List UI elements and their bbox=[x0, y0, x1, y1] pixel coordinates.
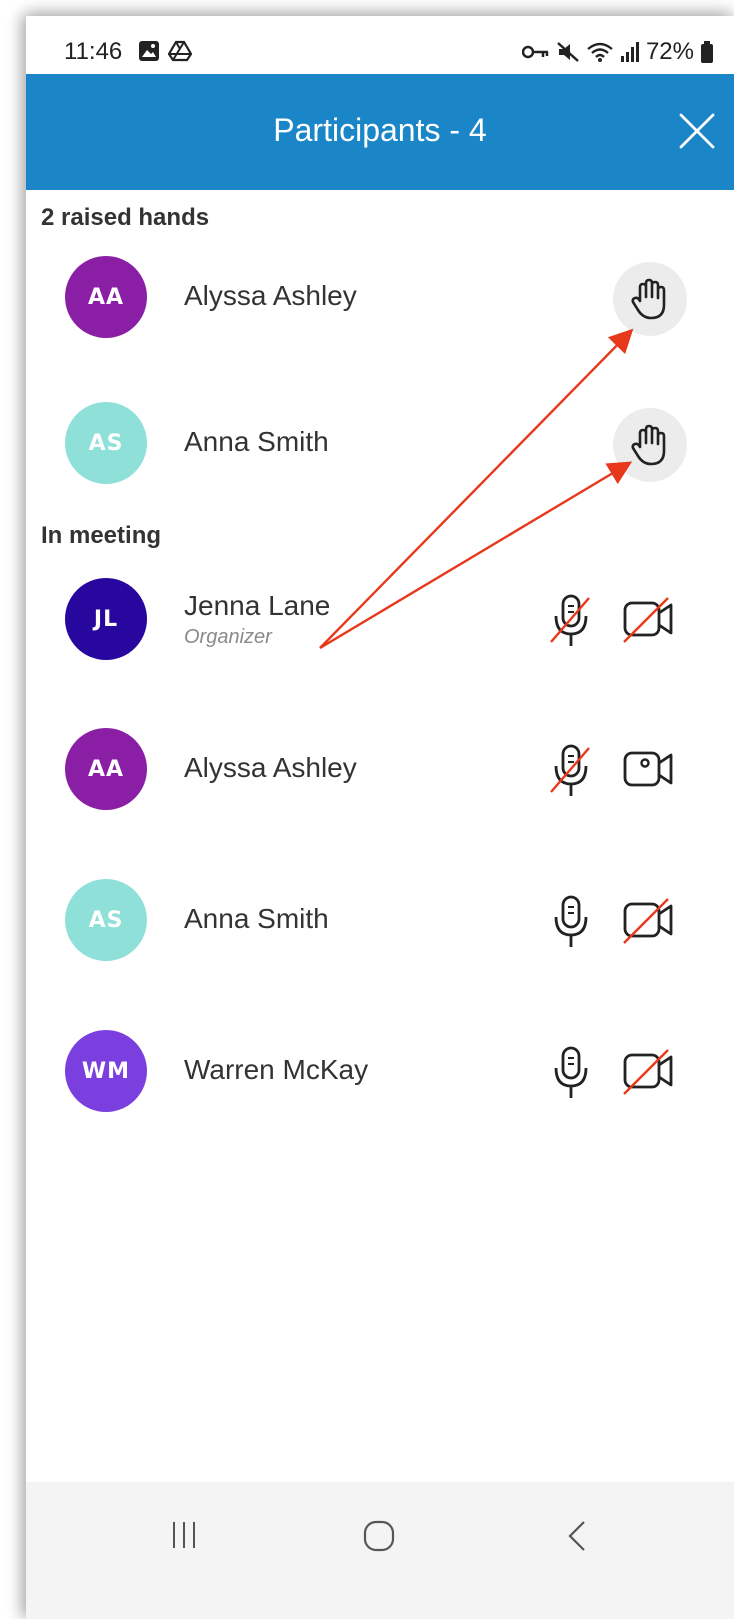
recents-icon bbox=[173, 1522, 195, 1548]
status-bar: 11:46 72% bbox=[26, 16, 734, 74]
participant-name: Anna Smith bbox=[184, 903, 329, 934]
lower-hand-button[interactable] bbox=[613, 408, 687, 482]
mic-toggle-button[interactable] bbox=[547, 740, 595, 800]
mute-icon bbox=[557, 42, 579, 62]
participant-row: AA Alyssa Ashley bbox=[26, 718, 734, 818]
mic-toggle-button[interactable] bbox=[547, 891, 595, 951]
participant-row: JL Jenna Lane Organizer bbox=[26, 568, 734, 668]
signal-icon bbox=[620, 42, 639, 62]
raised-hand-icon bbox=[631, 278, 666, 320]
avatar: WM bbox=[65, 1030, 147, 1112]
camera-off-icon bbox=[623, 898, 673, 944]
close-button[interactable] bbox=[678, 112, 716, 150]
home-button[interactable] bbox=[363, 1520, 395, 1557]
avatar: JL bbox=[65, 578, 147, 660]
avatar: AS bbox=[65, 879, 147, 961]
system-nav-bar bbox=[26, 1482, 734, 1619]
phone-screen: 11:46 72% Participants - 4 2 raised hand… bbox=[26, 16, 734, 1619]
battery-percent: 72% bbox=[645, 38, 694, 65]
back-icon bbox=[568, 1521, 585, 1551]
battery-icon bbox=[701, 41, 713, 63]
mic-toggle-button[interactable] bbox=[547, 590, 595, 650]
page-title: Participants - 4 bbox=[273, 112, 487, 148]
participant-name: Anna Smith bbox=[184, 426, 329, 457]
in-meeting-label: In meeting bbox=[41, 522, 162, 549]
mic-muted-icon bbox=[550, 594, 590, 646]
camera-toggle-button[interactable] bbox=[622, 744, 676, 794]
participant-name: Warren McKay bbox=[184, 1054, 369, 1085]
raised-hands-label: 2 raised hands bbox=[41, 204, 210, 231]
mic-muted-icon bbox=[550, 744, 590, 796]
participant-name: Jenna Lane bbox=[184, 590, 331, 621]
mic-icon bbox=[554, 895, 588, 947]
home-icon bbox=[363, 1520, 395, 1552]
image-icon bbox=[139, 41, 159, 61]
camera-toggle-button[interactable] bbox=[622, 594, 676, 644]
camera-toggle-button[interactable] bbox=[622, 1046, 676, 1096]
avatar: AA bbox=[65, 256, 147, 338]
camera-toggle-button[interactable] bbox=[622, 895, 676, 945]
drive-icon bbox=[168, 40, 192, 62]
app-header: Participants - 4 bbox=[26, 74, 734, 190]
wifi-icon bbox=[587, 42, 613, 62]
participant-role: Organizer bbox=[184, 626, 272, 648]
close-icon bbox=[679, 113, 715, 149]
raised-hand-row: AA Alyssa Ashley bbox=[26, 246, 734, 346]
participant-name: Alyssa Ashley bbox=[184, 280, 357, 311]
raised-hand-row: AS Anna Smith bbox=[26, 392, 734, 492]
participant-row: WM Warren McKay bbox=[26, 1020, 734, 1120]
raised-hand-icon bbox=[631, 424, 666, 466]
avatar: AA bbox=[65, 728, 147, 810]
participant-name: Alyssa Ashley bbox=[184, 752, 357, 783]
camera-off-icon bbox=[623, 597, 673, 643]
key-icon bbox=[521, 45, 549, 59]
avatar: AS bbox=[65, 402, 147, 484]
participant-row: AS Anna Smith bbox=[26, 869, 734, 969]
mic-toggle-button[interactable] bbox=[547, 1042, 595, 1102]
lower-hand-button[interactable] bbox=[613, 262, 687, 336]
camera-on-icon bbox=[623, 751, 673, 787]
mic-icon bbox=[554, 1046, 588, 1098]
status-time: 11:46 bbox=[64, 38, 123, 65]
back-button[interactable] bbox=[566, 1520, 588, 1557]
camera-off-icon bbox=[623, 1049, 673, 1095]
recents-button[interactable] bbox=[169, 1520, 199, 1555]
